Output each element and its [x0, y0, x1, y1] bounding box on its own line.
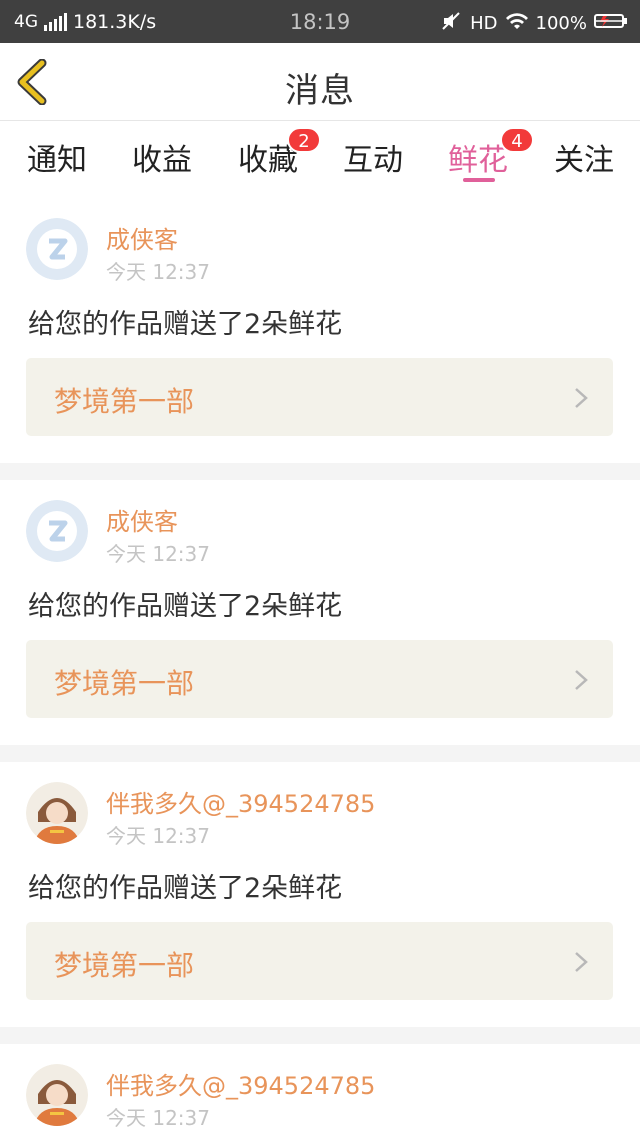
- chevron-right-icon: [575, 670, 588, 690]
- tab-label: 关注: [554, 143, 614, 178]
- tab-follows[interactable]: 关注: [539, 135, 629, 179]
- page-title: 消息: [285, 71, 355, 111]
- tab-notifications[interactable]: 通知: [12, 135, 102, 179]
- message-card: 伴我多久@_394524785 今天 12:37: [0, 1044, 640, 1138]
- work-title: 梦境第一部: [54, 385, 195, 418]
- timestamp: 今天 12:37: [106, 824, 210, 848]
- tab-bar: 通知 收益 收藏 2 互动 鲜花 4 关注: [0, 121, 640, 198]
- message-text: 给您的作品赠送了2朵鲜花: [28, 309, 343, 340]
- timestamp: 今天 12:37: [106, 260, 210, 284]
- tab-favorites[interactable]: 收藏 2: [223, 127, 321, 179]
- sender-name[interactable]: 伴我多久@_394524785: [106, 1066, 375, 1101]
- qq-avatar-icon[interactable]: [26, 500, 88, 562]
- user-photo-avatar[interactable]: [26, 782, 88, 844]
- sender-name[interactable]: 成侠客: [106, 502, 178, 537]
- work-link[interactable]: 梦境第一部: [26, 358, 613, 436]
- wifi-icon: [505, 12, 529, 35]
- message-card: 成侠客 今天 12:37 给您的作品赠送了2朵鲜花 梦境第一部: [0, 198, 640, 463]
- tab-label: 通知: [27, 143, 87, 178]
- work-title: 梦境第一部: [54, 949, 195, 982]
- tab-earnings[interactable]: 收益: [117, 135, 207, 179]
- app-header: 消息: [0, 43, 640, 121]
- work-title: 梦境第一部: [54, 667, 195, 700]
- hd-label: HD: [470, 13, 498, 34]
- tab-interactions[interactable]: 互动: [328, 135, 418, 179]
- mute-icon: [441, 11, 463, 36]
- tab-label: 收益: [132, 143, 192, 178]
- work-link[interactable]: 梦境第一部: [26, 640, 613, 718]
- active-tab-indicator: [463, 178, 495, 182]
- back-button[interactable]: [14, 58, 54, 106]
- user-photo-avatar[interactable]: [26, 1064, 88, 1126]
- tab-flowers[interactable]: 鲜花 4: [433, 127, 534, 179]
- sender-name[interactable]: 成侠客: [106, 220, 178, 255]
- tab-label: 鲜花: [448, 143, 508, 178]
- message-text: 给您的作品赠送了2朵鲜花: [28, 873, 343, 904]
- battery-icon: [594, 13, 628, 34]
- unread-badge: 4: [500, 127, 534, 153]
- chevron-right-icon: [575, 952, 588, 972]
- message-text: 给您的作品赠送了2朵鲜花: [28, 591, 343, 622]
- qq-avatar-icon[interactable]: [26, 218, 88, 280]
- work-link[interactable]: 梦境第一部: [26, 922, 613, 1000]
- message-card: 伴我多久@_394524785 今天 12:37 给您的作品赠送了2朵鲜花 梦境…: [0, 762, 640, 1027]
- status-bar: 4G 181.3K/s 18:19 HD 100%: [0, 0, 640, 43]
- battery-level: 100%: [535, 13, 587, 34]
- chevron-right-icon: [575, 388, 588, 408]
- unread-badge: 2: [287, 127, 321, 153]
- chevron-left-icon: [17, 58, 47, 106]
- tab-label: 互动: [343, 143, 403, 178]
- sender-name[interactable]: 伴我多久@_394524785: [106, 784, 375, 819]
- message-card: 成侠客 今天 12:37 给您的作品赠送了2朵鲜花 梦境第一部: [0, 480, 640, 745]
- timestamp: 今天 12:37: [106, 542, 210, 566]
- timestamp: 今天 12:37: [106, 1106, 210, 1130]
